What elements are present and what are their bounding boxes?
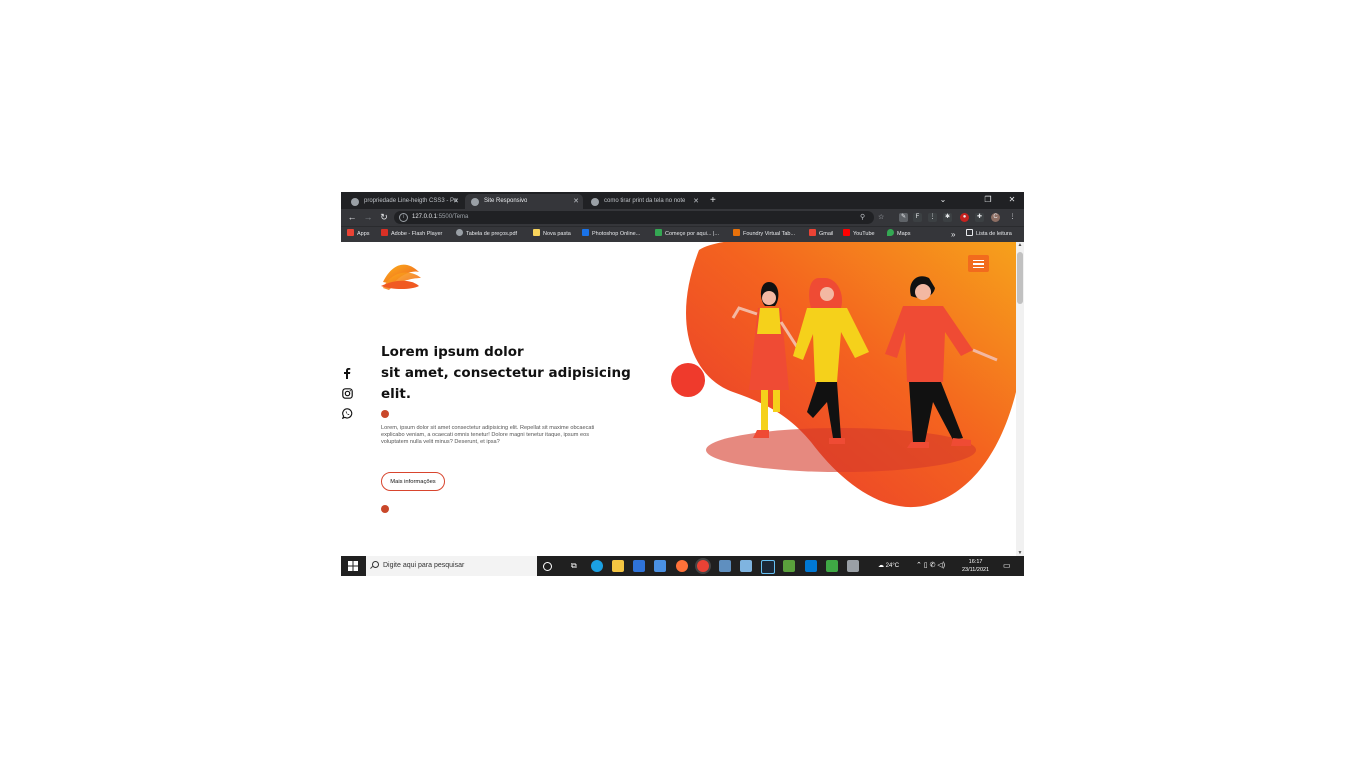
tool-icon[interactable] <box>847 560 859 572</box>
search-placeholder: Digite aqui para pesquisar <box>383 562 465 569</box>
minecraft-icon[interactable] <box>783 560 795 572</box>
url-text: 127.0.0.1:5500/Tema <box>412 214 469 220</box>
apps-grid-icon <box>347 229 354 236</box>
close-window-button[interactable]: ✕ <box>1001 192 1023 209</box>
windows-taskbar: Digite aqui para pesquisar ⧉ ☁ 24°C ⌃ ▯ … <box>341 556 1024 576</box>
scroll-up-icon[interactable]: ▲ <box>1016 242 1024 248</box>
calendar-icon[interactable] <box>633 560 645 572</box>
firefox-icon[interactable] <box>676 560 688 572</box>
reload-button[interactable]: ↻ <box>377 209 391 226</box>
chrome-icon[interactable] <box>697 560 709 572</box>
grid-extension-icon[interactable]: ⋮ <box>928 213 937 222</box>
browser-tab-bar: propriedade Line-heigth CSS3 - Po ✕ Site… <box>341 192 1024 209</box>
tab-title: como tirar print da tela no note <box>604 198 686 204</box>
clock[interactable]: 16:17 23/11/2021 <box>962 558 989 574</box>
cortana-icon[interactable] <box>543 562 552 571</box>
scrollbar-thumb[interactable] <box>1017 252 1023 304</box>
star-icon[interactable]: ☆ <box>878 211 884 224</box>
adblock-icon[interactable]: ● <box>960 213 969 222</box>
close-icon[interactable]: ✕ <box>693 194 699 209</box>
pen-extension-icon[interactable]: ✎ <box>899 213 908 222</box>
facebook-icon[interactable] <box>341 368 353 380</box>
reading-list-icon <box>966 229 973 236</box>
hamburger-menu-button[interactable] <box>968 255 989 272</box>
screen: propriedade Line-heigth CSS3 - Po ✕ Site… <box>341 192 1024 576</box>
system-tray-icons[interactable]: ⌃ ▯ ✆ ◁) <box>916 556 945 576</box>
tab-line-height[interactable]: propriedade Line-heigth CSS3 - Po ✕ <box>345 194 463 209</box>
gear-extension-icon[interactable]: ✱ <box>943 213 952 222</box>
new-tab-button[interactable]: + <box>710 194 716 208</box>
foundry-icon <box>733 229 740 236</box>
windows-start-icon[interactable] <box>348 561 358 571</box>
page-viewport: Lorem ipsum dolor sit amet, consectetur … <box>341 242 1016 556</box>
reading-list-button[interactable]: Lista de leitura <box>966 227 1012 242</box>
forward-button[interactable]: → <box>361 209 375 226</box>
bookmark-tabela[interactable]: Tabela de preços.pdf <box>456 227 517 242</box>
font-extension-icon[interactable]: F <box>913 213 922 222</box>
close-icon[interactable]: ✕ <box>453 194 459 209</box>
address-bar[interactable]: i 127.0.0.1:5500/Tema ⚲ ☆ <box>394 211 884 224</box>
browser-toolbar: ← → ↻ i 127.0.0.1:5500/Tema ⚲ ☆ ✎ F ⋮ ✱ … <box>341 209 1024 226</box>
page-scrollbar[interactable]: ▲ ▼ <box>1016 242 1024 556</box>
maps-icon <box>887 229 894 236</box>
gmail-icon <box>809 229 816 236</box>
info-icon[interactable]: i <box>399 213 408 222</box>
bookmark-photoshop[interactable]: Photoshop Online... <box>582 227 640 242</box>
search-icon[interactable]: ⚲ <box>860 211 865 224</box>
logo-icon[interactable] <box>381 264 421 290</box>
calculator-icon[interactable] <box>719 560 731 572</box>
avatar[interactable]: C <box>991 213 1000 222</box>
search-icon <box>372 561 379 568</box>
photoshop-icon <box>582 229 589 236</box>
bookmark-gmail[interactable]: Gmail <box>809 227 833 242</box>
notification-icon[interactable]: ▭ <box>1003 556 1011 576</box>
weather-widget[interactable]: ☁ 24°C <box>878 556 899 576</box>
mail-icon[interactable] <box>654 560 666 572</box>
instagram-icon[interactable] <box>341 388 353 400</box>
vscode-icon[interactable] <box>805 560 817 572</box>
puzzle-icon[interactable]: ✚ <box>975 213 984 222</box>
back-button[interactable]: ← <box>345 209 359 226</box>
task-view-icon[interactable]: ⧉ <box>571 556 577 576</box>
adobe-icon <box>381 229 388 236</box>
hero-headline: Lorem ipsum dolor sit amet, consectetur … <box>381 344 631 402</box>
close-icon[interactable]: ✕ <box>573 194 579 209</box>
whatsapp-icon[interactable] <box>341 408 353 420</box>
hero-body-text: Lorem, ipsum dolor sit amet consectetur … <box>381 425 595 445</box>
accent-dot <box>381 505 389 513</box>
globe-icon <box>471 197 479 206</box>
tab-title: propriedade Line-heigth CSS3 - Po <box>364 198 458 204</box>
bookmark-nova-pasta[interactable]: Nova pasta <box>533 227 571 242</box>
restore-button[interactable]: ❐ <box>977 192 999 209</box>
youtube-icon <box>843 229 850 236</box>
tab-site-responsivo[interactable]: Site Responsivo ✕ <box>465 194 583 209</box>
more-info-button[interactable]: Mais informações <box>381 472 445 491</box>
globe-icon <box>351 197 359 206</box>
bookmark-youtube[interactable]: YouTube <box>843 227 875 242</box>
tab-print-tela[interactable]: como tirar print da tela no note ✕ <box>585 194 703 209</box>
bookmark-apps[interactable]: Apps <box>347 227 370 242</box>
notes-icon[interactable] <box>740 560 752 572</box>
bookmark-adobe[interactable]: Adobe - Flash Player <box>381 227 442 242</box>
bookmark-foundry[interactable]: Foundry Virtual Tab... <box>733 227 795 242</box>
app-icon[interactable] <box>826 560 838 572</box>
globe-icon <box>456 229 463 236</box>
file-explorer-icon[interactable] <box>612 560 624 572</box>
steam-icon[interactable] <box>761 560 775 574</box>
globe-icon <box>591 197 599 206</box>
bookmark-comece[interactable]: Começe por aqui... |... <box>655 227 719 242</box>
menu-dots-icon[interactable]: ⋮ <box>1008 213 1017 222</box>
red-circle <box>671 363 705 397</box>
more-bookmarks-button[interactable]: » <box>951 227 955 242</box>
bookmarks-bar: Apps Adobe - Flash Player Tabela de preç… <box>341 226 1024 242</box>
edge-icon[interactable] <box>591 560 603 572</box>
minimize-button[interactable]: ⌄ <box>932 192 954 209</box>
accent-dot <box>381 410 389 418</box>
tab-title: Site Responsivo <box>484 198 528 204</box>
bookmark-maps[interactable]: Maps <box>887 227 910 242</box>
taskbar-search-box[interactable]: Digite aqui para pesquisar <box>366 556 537 576</box>
start-icon <box>655 229 662 236</box>
folder-icon <box>533 229 540 236</box>
